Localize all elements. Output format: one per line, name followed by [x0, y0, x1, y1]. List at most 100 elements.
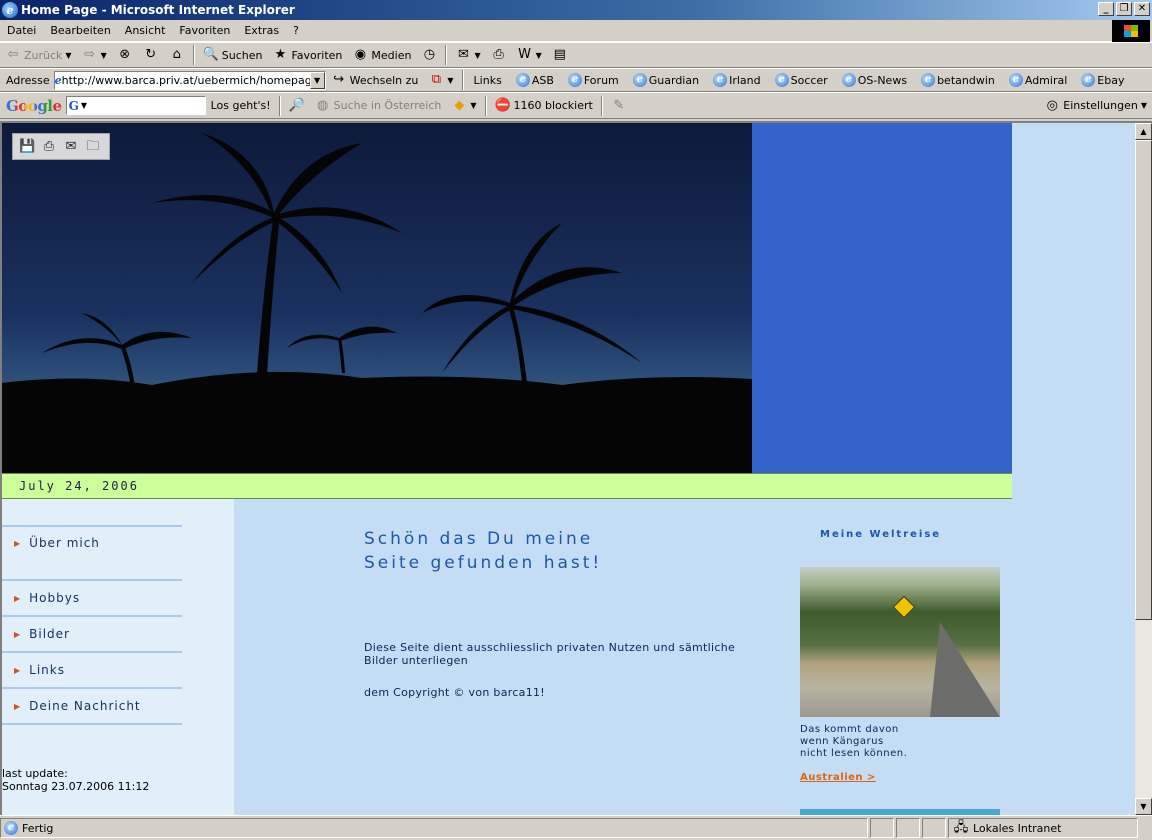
- nav-item-deine-nachricht[interactable]: ▶ Deine Nachricht: [14, 699, 141, 713]
- history-button[interactable]: ◷: [416, 44, 442, 66]
- link-soccer[interactable]: e Soccer: [768, 73, 835, 87]
- australia-link[interactable]: Australien >: [800, 772, 876, 783]
- menu-bearbeiten[interactable]: Bearbeiten: [43, 24, 117, 37]
- ie-page-icon: e: [567, 73, 582, 87]
- translate-dropdown-icon[interactable]: ▼: [447, 76, 453, 85]
- settings-button[interactable]: ◎ Einstellungen ▼: [1039, 95, 1152, 117]
- link-guardian[interactable]: e Guardian: [626, 73, 706, 87]
- refresh-button[interactable]: ↻: [138, 44, 164, 66]
- menu-datei[interactable]: Datei: [0, 24, 43, 37]
- address-dropdown-icon[interactable]: ▼: [309, 71, 325, 89]
- favorites-button[interactable]: ★ Favoriten: [267, 44, 347, 66]
- search-button[interactable]: 🔍 Suchen: [198, 44, 268, 66]
- link-label: Forum: [583, 73, 619, 87]
- print-icon[interactable]: ⎙: [41, 139, 57, 155]
- google-g-icon[interactable]: G: [67, 99, 81, 113]
- google-logo[interactable]: Google: [0, 97, 66, 115]
- scroll-thumb[interactable]: [1135, 140, 1152, 620]
- toolbar-separator: [278, 95, 281, 116]
- nav-label: Über mich: [29, 536, 100, 550]
- toolbar-separator: [600, 95, 603, 116]
- kangaroo-sign-icon: [892, 595, 916, 619]
- nav-item-ueber-mich[interactable]: ▶ Über mich: [14, 536, 100, 550]
- pagerank-dropdown-icon[interactable]: ▼: [470, 101, 476, 110]
- folder-icon[interactable]: 🗀: [85, 139, 101, 155]
- edit-button[interactable]: W ▼: [512, 44, 547, 66]
- windows-logo-icon: [1112, 20, 1150, 42]
- nav-divider: [2, 651, 182, 653]
- discuss-button[interactable]: ▤: [547, 44, 573, 66]
- mail-dropdown-icon[interactable]: ▼: [474, 51, 480, 60]
- link-asb[interactable]: e ASB: [509, 73, 561, 87]
- last-update-value: Sonntag 23.07.2006 11:12: [2, 780, 150, 793]
- nav-item-hobbys[interactable]: ▶ Hobbys: [14, 591, 80, 605]
- edit-dropdown-icon[interactable]: ▼: [536, 51, 542, 60]
- popup-blocker-button[interactable]: ⛔ 1160 blockiert: [490, 95, 598, 117]
- highlight-button[interactable]: ✎: [606, 95, 632, 117]
- page-title: Schön das Du meine Seite gefunden hast!: [364, 527, 602, 575]
- close-button[interactable]: ✕: [1134, 2, 1150, 16]
- nav-label: Hobbys: [29, 591, 81, 605]
- status-cell: [870, 818, 894, 838]
- search-label: Suchen: [221, 48, 263, 62]
- back-button[interactable]: ⇦ Zurück ▼: [0, 44, 77, 66]
- header-photo-palms: 💾 ⎙ ✉ 🗀: [2, 123, 752, 473]
- date-bar: July 24, 2006: [2, 473, 1012, 499]
- home-button[interactable]: ⌂: [164, 44, 190, 66]
- ie-app-icon: e: [2, 2, 18, 18]
- history-icon: ◷: [423, 47, 436, 62]
- menu-extras[interactable]: Extras: [237, 24, 286, 37]
- link-betandwin[interactable]: e betandwin: [914, 73, 1002, 87]
- search-austria-button[interactable]: ◍ Suche in Österreich: [310, 95, 447, 117]
- link-os-news[interactable]: e OS-News: [835, 73, 914, 87]
- go-button[interactable]: ↪ Wechseln zu: [326, 69, 424, 91]
- google-go-button[interactable]: Los geht's!: [206, 95, 276, 117]
- link-forum[interactable]: e Forum: [561, 73, 626, 87]
- magnifier-icon: 🔎: [288, 97, 305, 113]
- minimize-button[interactable]: _: [1098, 2, 1114, 16]
- menu-help[interactable]: ?: [286, 24, 306, 37]
- translate-icon: ⧉: [431, 72, 442, 87]
- go-arrow-icon: ↪: [333, 72, 345, 87]
- link-admiral[interactable]: e Admiral: [1002, 73, 1074, 87]
- google-dropdown-icon[interactable]: ▼: [81, 101, 87, 110]
- save-icon[interactable]: 💾: [19, 139, 35, 155]
- title-line-1: Schön das Du meine: [364, 529, 594, 549]
- kangaroo-sign-photo[interactable]: [800, 567, 1000, 717]
- address-input[interactable]: e http://www.barca.priv.at/uebermich/hom…: [53, 70, 326, 90]
- forward-button[interactable]: ⇨ ▼: [77, 44, 112, 66]
- email-icon[interactable]: ✉: [63, 139, 79, 155]
- pagerank-button[interactable]: ◆ ▼: [446, 95, 481, 117]
- link-irland[interactable]: e Irland: [706, 73, 768, 87]
- link-ebay[interactable]: e Ebay: [1074, 73, 1131, 87]
- menu-ansicht[interactable]: Ansicht: [118, 24, 173, 37]
- scroll-up-button[interactable]: ▲: [1135, 123, 1152, 140]
- pagerank-icon: ◆: [454, 97, 465, 113]
- translate-button[interactable]: ⧉ ▼: [423, 69, 458, 91]
- standard-toolbar: ⇦ Zurück ▼ ⇨ ▼ ⊗ ↻ ⌂ 🔍 Suchen ★ Favorite…: [0, 42, 1152, 68]
- restore-button[interactable]: ❐: [1116, 2, 1132, 16]
- vertical-scrollbar[interactable]: ▲ ▼: [1135, 123, 1152, 815]
- toolbar-separator: [192, 45, 195, 65]
- nav-item-bilder[interactable]: ▶ Bilder: [14, 627, 70, 641]
- media-button[interactable]: ◉ Medien: [347, 44, 416, 66]
- mail-button[interactable]: ✉ ▼: [450, 44, 485, 66]
- print-button[interactable]: ⎙: [486, 44, 512, 66]
- word-icon: W: [518, 47, 532, 62]
- copyright-text: dem Copyright © von barca11!: [364, 686, 546, 699]
- google-search-input[interactable]: G ▼: [65, 96, 206, 115]
- zone-label: Lokales Intranet: [973, 821, 1062, 835]
- scroll-down-button[interactable]: ▼: [1135, 798, 1152, 815]
- back-dropdown-icon[interactable]: ▼: [65, 51, 71, 60]
- settings-dropdown-icon[interactable]: ▼: [1141, 101, 1147, 110]
- address-url[interactable]: http://www.barca.priv.at/uebermich/homep…: [62, 74, 325, 87]
- nav-item-links[interactable]: ▶ Links: [14, 663, 65, 677]
- page-date: July 24, 2006: [19, 479, 139, 493]
- stop-button[interactable]: ⊗: [112, 44, 138, 66]
- menu-favoriten[interactable]: Favoriten: [172, 24, 237, 37]
- forward-dropdown-icon[interactable]: ▼: [101, 51, 107, 60]
- toolbar-separator: [461, 70, 464, 90]
- google-search-site-button[interactable]: 🔎: [284, 95, 310, 117]
- caption-line-1: Das kommt davon: [800, 724, 899, 735]
- nav-divider: [2, 687, 182, 689]
